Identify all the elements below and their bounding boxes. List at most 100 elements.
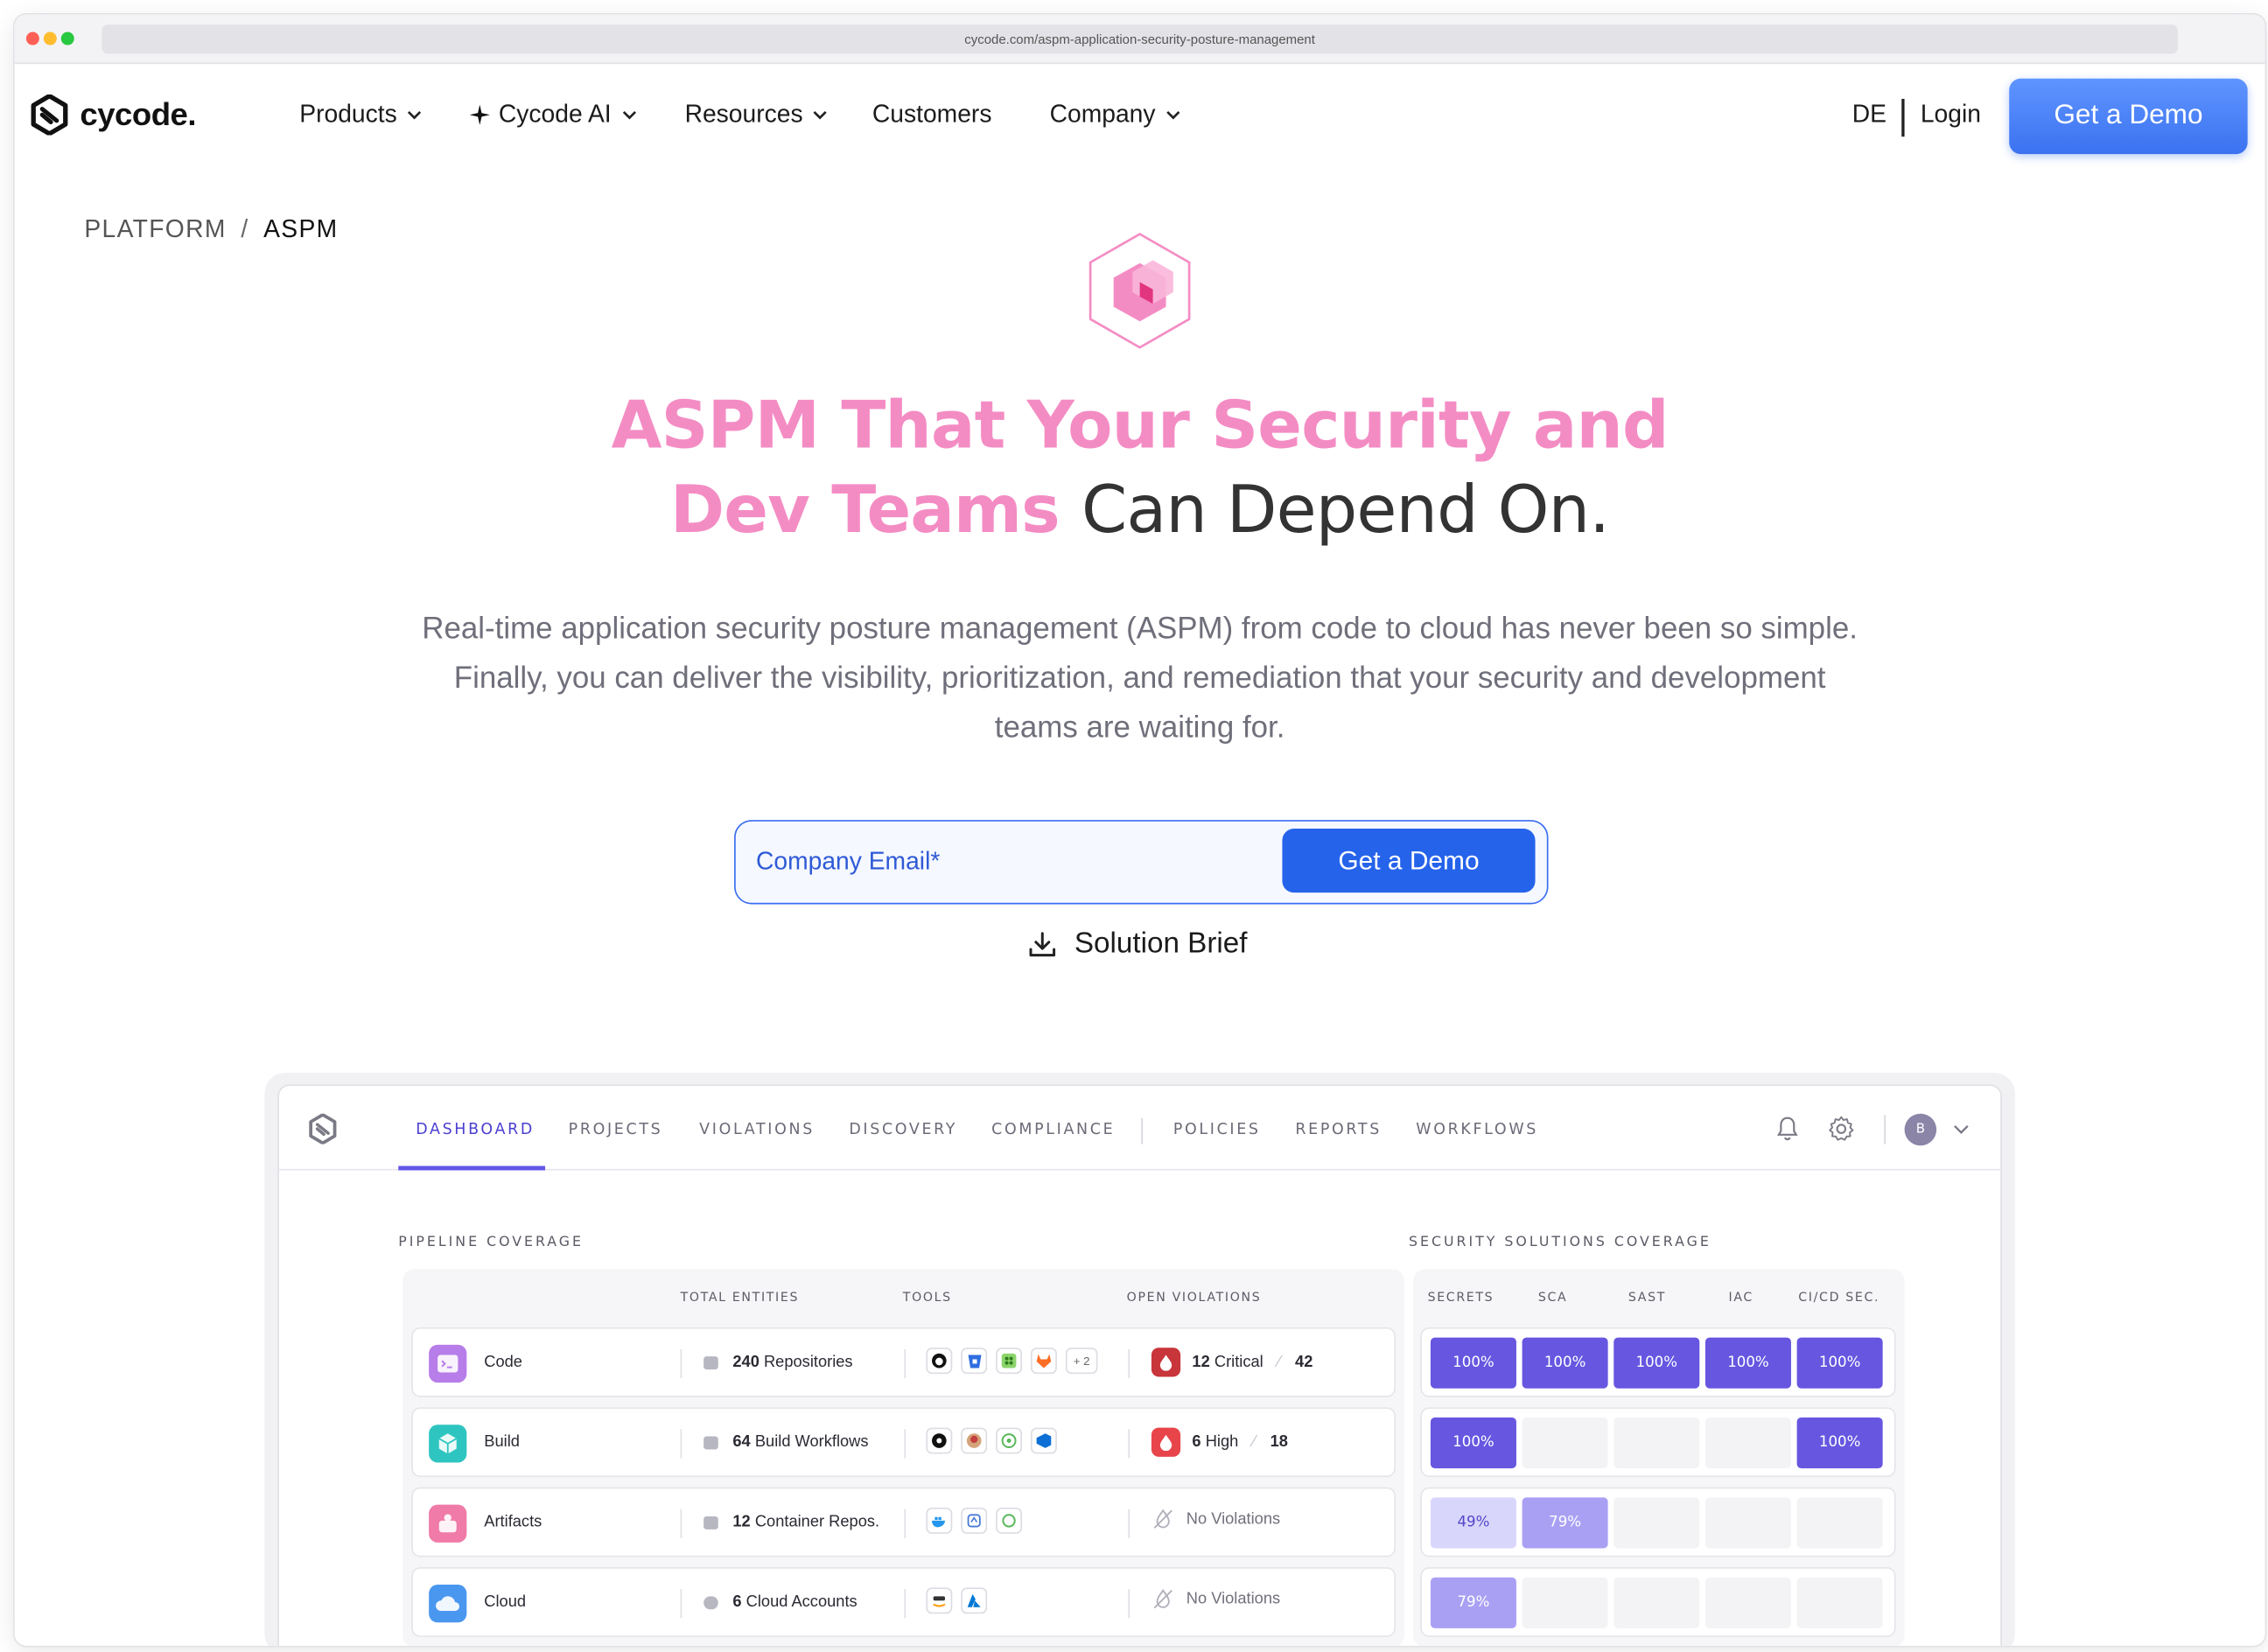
cell-divider bbox=[904, 1348, 906, 1379]
coverage-cell[interactable]: 100% bbox=[1704, 1337, 1791, 1389]
user-avatar[interactable]: B bbox=[1904, 1113, 1937, 1146]
coverage-cell[interactable]: 100% bbox=[1430, 1417, 1516, 1469]
pipeline-row-code[interactable]: Code 240 Repositories + 2 12 Critical ⁄ … bbox=[411, 1326, 1396, 1397]
pipeline-row-artifacts[interactable]: Artifacts 12 Container Repos. No Violati… bbox=[411, 1487, 1396, 1558]
login-link[interactable]: Login bbox=[1921, 101, 1981, 130]
cell-divider bbox=[680, 1508, 682, 1538]
hero-headline-line1: ASPM That Your Security and bbox=[15, 387, 2265, 464]
demo-request-form: Get a Demo bbox=[734, 820, 1549, 905]
nav-company[interactable]: Company bbox=[1050, 101, 1182, 130]
pipeline-row-build[interactable]: Build 64 Build Workflows 6 High ⁄ 18 bbox=[411, 1407, 1396, 1478]
open-violations: No Violations bbox=[1152, 1587, 1280, 1611]
coverage-cell[interactable]: 100% bbox=[1796, 1337, 1883, 1389]
maximize-window-icon[interactable] bbox=[60, 32, 74, 46]
breadcrumb-platform[interactable]: PLATFORM bbox=[84, 215, 226, 243]
col-tools: TOOLS bbox=[902, 1291, 952, 1306]
nav-customers[interactable]: Customers bbox=[872, 101, 992, 130]
bell-icon[interactable] bbox=[1775, 1115, 1800, 1141]
entity-label: Repositories bbox=[763, 1353, 853, 1371]
tab-dashboard[interactable]: DASHBOARD bbox=[416, 1121, 535, 1138]
coverage-cell-empty bbox=[1704, 1417, 1791, 1469]
violation-level: High bbox=[1205, 1433, 1239, 1452]
azure-devops-icon bbox=[1031, 1427, 1057, 1454]
coverage-cell[interactable]: 100% bbox=[1522, 1337, 1608, 1389]
violation-total: 18 bbox=[1270, 1433, 1288, 1452]
pipeline-row-cloud[interactable]: Cloud 6 Cloud Accounts No Violations bbox=[411, 1567, 1396, 1637]
tab-reports[interactable]: REPORTS bbox=[1295, 1121, 1382, 1138]
tab-compliance[interactable]: COMPLIANCE bbox=[991, 1121, 1115, 1138]
chevron-down-icon bbox=[1166, 110, 1180, 120]
chevron-down-icon[interactable] bbox=[1952, 1124, 1970, 1135]
coverage-cell[interactable]: 100% bbox=[1430, 1337, 1516, 1389]
gitlab-icon bbox=[1031, 1348, 1057, 1375]
nav-resources[interactable]: Resources bbox=[685, 101, 830, 130]
count-value: 64 bbox=[732, 1433, 751, 1452]
get-demo-button-form[interactable]: Get a Demo bbox=[1282, 829, 1536, 893]
cell-divider bbox=[1128, 1508, 1130, 1538]
coverage-row-code: 100% 100% 100% 100% 100% bbox=[1420, 1326, 1896, 1397]
tools-list bbox=[926, 1427, 1057, 1454]
more-tools-badge[interactable]: + 2 bbox=[1065, 1348, 1098, 1375]
tab-policies[interactable]: POLICIES bbox=[1173, 1121, 1261, 1138]
browser-window: cycode.com/aspm-application-security-pos… bbox=[14, 14, 2265, 1646]
breadcrumb-current: ASPM bbox=[263, 214, 339, 243]
headline-pink-text: ASPM That Your Security and bbox=[611, 386, 1670, 465]
cloud-icon bbox=[429, 1585, 467, 1623]
no-violations-label: No Violations bbox=[1186, 1590, 1281, 1608]
nav-cycode-ai[interactable]: Cycode AI bbox=[469, 101, 638, 130]
coverage-cell[interactable]: 100% bbox=[1796, 1417, 1883, 1469]
language-switch[interactable]: DE bbox=[1852, 101, 1886, 130]
solution-brief-label: Solution Brief bbox=[1074, 928, 1248, 960]
chevron-down-icon bbox=[813, 110, 828, 120]
coverage-cell[interactable]: 100% bbox=[1614, 1337, 1700, 1389]
tab-projects[interactable]: PROJECTS bbox=[569, 1121, 663, 1138]
close-window-icon[interactable] bbox=[25, 32, 39, 46]
entity-count: 240 Repositories bbox=[704, 1353, 853, 1371]
icon-divider bbox=[1884, 1115, 1886, 1144]
coverage-cell-empty bbox=[1704, 1497, 1791, 1549]
workflow-icon bbox=[704, 1435, 718, 1449]
col-secrets: SECRETS bbox=[1427, 1291, 1494, 1306]
company-email-input[interactable] bbox=[755, 834, 1250, 890]
minimize-window-icon[interactable] bbox=[43, 32, 57, 46]
tab-divider bbox=[1141, 1117, 1143, 1144]
open-violations: No Violations bbox=[1152, 1508, 1280, 1531]
solution-brief-link[interactable]: Solution Brief bbox=[1028, 928, 1248, 961]
cell-divider bbox=[680, 1348, 682, 1379]
artifacts-icon bbox=[429, 1504, 467, 1543]
tab-violations[interactable]: VIOLATIONS bbox=[699, 1121, 815, 1138]
aws-icon bbox=[926, 1587, 953, 1614]
coverage-cell[interactable]: 79% bbox=[1430, 1577, 1516, 1628]
row-name: Cloud bbox=[484, 1593, 527, 1611]
address-bar[interactable]: cycode.com/aspm-application-security-pos… bbox=[102, 24, 2178, 54]
nav-label: Resources bbox=[684, 100, 803, 129]
coverage-cell[interactable]: 49% bbox=[1430, 1497, 1516, 1549]
tools-list bbox=[926, 1587, 988, 1614]
build-icon bbox=[429, 1424, 467, 1463]
chevron-down-icon bbox=[622, 110, 636, 120]
no-violations-icon bbox=[1153, 1589, 1172, 1609]
headline-pink-text: Dev Teams bbox=[670, 471, 1060, 549]
tools-list bbox=[926, 1507, 1023, 1534]
pipeline-coverage-title: PIPELINE COVERAGE bbox=[398, 1234, 584, 1250]
count-value: 6 bbox=[732, 1593, 742, 1611]
gear-icon[interactable] bbox=[1828, 1115, 1856, 1143]
coverage-cell[interactable]: 79% bbox=[1522, 1497, 1608, 1549]
nav-products[interactable]: Products bbox=[299, 101, 423, 130]
folder-icon bbox=[704, 1355, 718, 1369]
cycode-logo-icon[interactable] bbox=[308, 1113, 337, 1144]
no-violations-label: No Violations bbox=[1186, 1510, 1281, 1529]
active-tab-indicator bbox=[398, 1166, 546, 1171]
coverage-row-artifacts: 49% 79% bbox=[1420, 1487, 1896, 1558]
violation-level: Critical bbox=[1214, 1353, 1264, 1371]
security-coverage-title: SECURITY SOLUTIONS COVERAGE bbox=[1408, 1234, 1712, 1250]
get-demo-button-header[interactable]: Get a Demo bbox=[2009, 78, 2248, 155]
count-value: 12 bbox=[732, 1513, 751, 1531]
tab-discovery[interactable]: DISCOVERY bbox=[849, 1121, 957, 1138]
cycode-logo[interactable]: cycode. bbox=[31, 94, 197, 136]
harbor-icon bbox=[961, 1507, 988, 1534]
tab-workflows[interactable]: WORKFLOWS bbox=[1416, 1121, 1538, 1138]
top-nav: cycode. Products Cycode AI Resources Cus… bbox=[15, 64, 2265, 169]
coverage-cell-empty bbox=[1614, 1497, 1700, 1549]
open-violations: 12 Critical ⁄ 42 bbox=[1151, 1348, 1312, 1377]
